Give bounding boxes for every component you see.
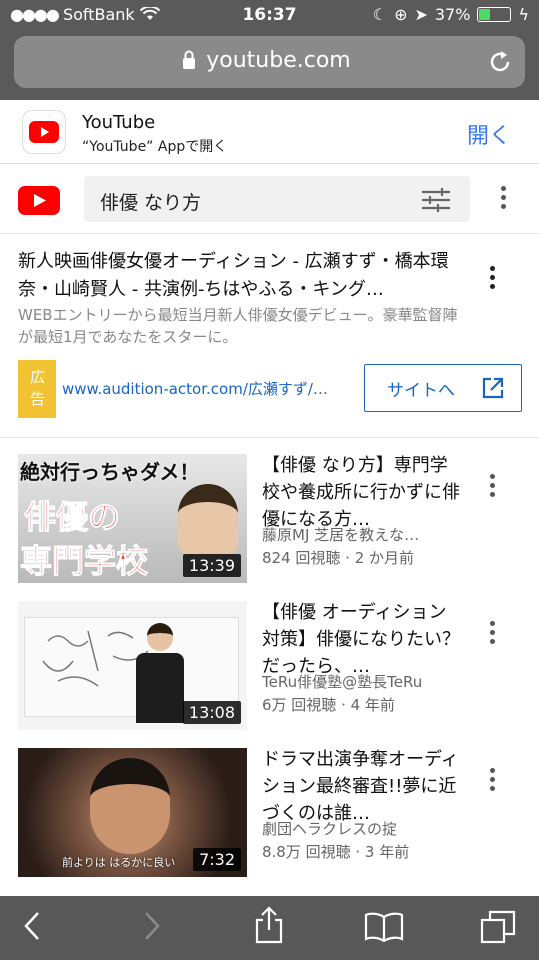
visit-site-label: サイトへ — [387, 381, 455, 401]
video-duration: 13:08 — [182, 701, 241, 724]
video-item[interactable]: 絶対行っちゃダメ！ 俳優の 専門学校 13:39 【俳優 なり方】専門学校や養成… — [0, 454, 539, 594]
video-more-icon[interactable] — [490, 474, 496, 501]
rotation-lock-icon: ⊕ — [394, 5, 408, 24]
share-icon[interactable] — [254, 906, 284, 944]
thumbnail-caption-bot: 専門学校 — [19, 542, 149, 581]
video-item[interactable]: 前よりは はるかに良い 7:32 ドラマ出演争奪オーディション最終審査!!夢に近… — [0, 748, 539, 888]
video-more-icon[interactable] — [490, 621, 496, 648]
open-in-app-button[interactable]: 開く — [467, 118, 511, 150]
bookmarks-icon[interactable] — [364, 912, 404, 942]
battery-percent: 37% — [434, 5, 471, 24]
video-thumbnail[interactable]: 前よりは はるかに良い 7:32 — [18, 748, 247, 877]
charging-icon: ϟ — [518, 5, 529, 24]
video-channel[interactable]: TeRu俳優塾@塾長TeRu — [262, 671, 462, 692]
thumbnail-person — [136, 623, 184, 730]
status-bar: ●●●● SoftBank 16:37 ☾ ⊕ ➤ 37% ϟ — [0, 0, 539, 30]
ad-badge: 広告 — [18, 360, 56, 418]
ad-badge-label: 広告 — [30, 368, 46, 408]
moon-icon: ☾ — [372, 5, 388, 24]
banner-subtitle: “YouTube” Appで開く — [82, 139, 228, 155]
ad-title[interactable]: 新人映画俳優女優オーディション - 広瀬すず・橋本環奈・山崎賢人 - 共演例-ち… — [18, 248, 463, 304]
search-ad[interactable]: 新人映画俳優女優オーディション - 広瀬すず・橋本環奈・山崎賢人 - 共演例-ち… — [0, 234, 539, 438]
thumbnail-caption-mid: 俳優の — [23, 498, 121, 537]
back-icon[interactable] — [22, 910, 42, 942]
ad-url[interactable]: www.audition-actor.com/広瀬すず/… — [62, 378, 352, 399]
video-meta: 824 回視聴 · 2 か月前 — [262, 549, 415, 567]
location-icon: ➤ — [414, 5, 428, 24]
video-title[interactable]: 【俳優 なり方】専門学校や養成所に行かずに俳優になる方… — [262, 452, 462, 533]
browser-top-chrome: ●●●● SoftBank 16:37 ☾ ⊕ ➤ 37% ϟ youtube.… — [0, 0, 539, 100]
visit-site-button[interactable]: サイトへ — [364, 364, 522, 412]
battery-icon — [477, 7, 512, 22]
url-domain: youtube.com — [206, 48, 351, 73]
app-banner: YouTube “YouTube” Appで開く 開く — [0, 100, 539, 164]
thumbnail-person-head — [90, 758, 170, 854]
video-meta: 8.8万 回視聴 · 3 年前 — [262, 843, 410, 861]
video-item[interactable]: 13:08 【俳優 オーディション対策】俳優になりたい？だったら、… TeRu俳… — [0, 601, 539, 741]
video-channel[interactable]: 劇団ヘラクレスの掟 — [262, 818, 462, 839]
youtube-app-icon — [22, 110, 66, 154]
search-query: 俳優 なり方 — [100, 192, 202, 214]
thumbnail-person — [178, 484, 238, 554]
external-link-icon — [482, 377, 504, 399]
video-duration: 7:32 — [193, 848, 241, 871]
header-more-icon[interactable] — [501, 186, 507, 213]
youtube-logo-icon — [29, 121, 59, 143]
tabs-icon[interactable] — [480, 910, 516, 944]
youtube-header: 俳優 なり方 — [0, 164, 539, 234]
browser-toolbar — [0, 896, 539, 960]
ad-description: WEBエントリーから最短当月新人俳優女優デビュー。豪華監督陣が最短1月であなたを… — [18, 306, 458, 346]
ad-more-icon[interactable] — [490, 266, 496, 293]
thumbnail-caption: 前よりは はるかに良い — [62, 856, 176, 869]
status-right: ☾ ⊕ ➤ 37% ϟ — [373, 5, 529, 24]
forward-icon[interactable] — [142, 910, 162, 942]
thumbnail-caption-top: 絶対行っちゃダメ！ — [20, 460, 200, 484]
video-title[interactable]: ドラマ出演争奪オーディション最終審査!!夢に近づくのは誰… — [262, 746, 462, 827]
video-title[interactable]: 【俳優 オーディション対策】俳優になりたい？だったら、… — [262, 599, 462, 680]
search-input[interactable]: 俳優 なり方 — [84, 176, 470, 222]
video-meta: 6万 回視聴 · 4 年前 — [262, 696, 395, 714]
address-bar[interactable]: youtube.com — [14, 36, 525, 88]
video-channel[interactable]: 藤原MJ 芝居を教えな… — [262, 524, 462, 545]
youtube-logo-icon[interactable] — [18, 186, 60, 215]
reload-icon[interactable] — [487, 49, 513, 75]
video-duration: 13:39 — [182, 554, 241, 577]
video-thumbnail[interactable]: 13:08 — [18, 601, 247, 730]
video-more-icon[interactable] — [490, 768, 496, 795]
banner-app-name: YouTube — [82, 112, 156, 133]
filter-icon[interactable] — [422, 188, 450, 212]
video-thumbnail[interactable]: 絶対行っちゃダメ！ 俳優の 専門学校 13:39 — [18, 454, 247, 583]
